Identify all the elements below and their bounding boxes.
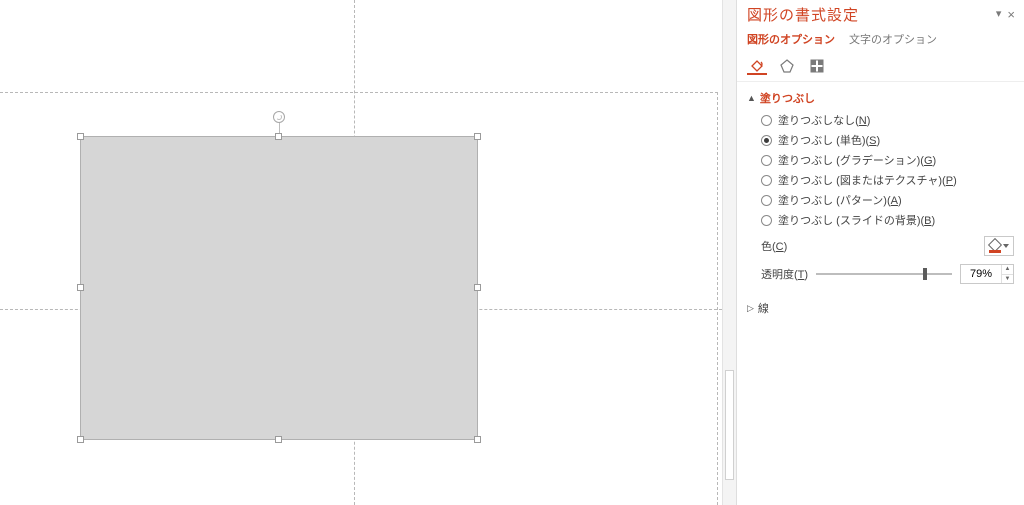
fill-color-label: 色(C) xyxy=(761,238,787,254)
chevron-down-icon xyxy=(1003,244,1009,248)
radio-icon xyxy=(761,115,772,126)
radio-icon xyxy=(761,175,772,186)
selected-rectangle-shape[interactable] xyxy=(80,136,478,440)
effects-icon[interactable] xyxy=(777,57,797,75)
tab-shape-options[interactable]: 図形のオプション xyxy=(747,31,835,51)
slide-canvas[interactable] xyxy=(0,0,722,505)
paint-bucket-icon xyxy=(989,240,1001,252)
fill-and-line-icon[interactable] xyxy=(747,57,767,75)
radio-icon xyxy=(761,155,772,166)
rotate-handle[interactable] xyxy=(273,111,285,123)
resize-handle-w[interactable] xyxy=(77,284,84,291)
resize-handle-se[interactable] xyxy=(474,436,481,443)
line-section-header[interactable]: ▷ 線 xyxy=(747,300,1014,316)
fill-option-none[interactable]: 塗りつぶしなし(N) xyxy=(761,110,1014,130)
tab-text-options[interactable]: 文字のオプション xyxy=(849,31,937,51)
fill-color-button[interactable] xyxy=(984,236,1014,256)
line-section-title: 線 xyxy=(758,300,769,316)
transparency-spinner[interactable]: ▲ ▼ xyxy=(960,264,1014,284)
resize-handle-e[interactable] xyxy=(474,284,481,291)
collapse-triangle-icon: ▲ xyxy=(747,93,756,103)
transparency-slider[interactable] xyxy=(816,267,952,281)
transparency-label: 透明度(T) xyxy=(761,266,808,282)
resize-handle-sw[interactable] xyxy=(77,436,84,443)
resize-handle-n[interactable] xyxy=(275,133,282,140)
scrollbar-thumb[interactable] xyxy=(725,370,734,480)
spinner-up-button[interactable]: ▲ xyxy=(1002,265,1013,275)
size-properties-icon[interactable] xyxy=(807,57,827,75)
fill-option-slide-background[interactable]: 塗りつぶし (スライドの背景)(B) xyxy=(761,210,1014,230)
resize-handle-ne[interactable] xyxy=(474,133,481,140)
expand-triangle-icon: ▷ xyxy=(747,303,754,314)
pane-title: 図形の書式設定 xyxy=(747,4,993,25)
vertical-scrollbar[interactable] xyxy=(722,0,736,505)
fill-section-title: 塗りつぶし xyxy=(760,90,815,106)
pane-close-button[interactable]: × xyxy=(1004,8,1018,21)
spinner-down-button[interactable]: ▼ xyxy=(1002,275,1013,284)
fill-option-solid[interactable]: 塗りつぶし (単色)(S) xyxy=(761,130,1014,150)
resize-handle-nw[interactable] xyxy=(77,133,84,140)
fill-option-pattern[interactable]: 塗りつぶし (パターン)(A) xyxy=(761,190,1014,210)
radio-icon xyxy=(761,135,772,146)
slider-track xyxy=(816,273,952,275)
fill-section-header[interactable]: ▲ 塗りつぶし xyxy=(747,90,1014,106)
radio-icon xyxy=(761,215,772,226)
transparency-value-input[interactable] xyxy=(961,265,1001,283)
fill-option-picture[interactable]: 塗りつぶし (図またはテクスチャ)(P) xyxy=(761,170,1014,190)
radio-icon xyxy=(761,195,772,206)
fill-option-gradient[interactable]: 塗りつぶし (グラデーション)(G) xyxy=(761,150,1014,170)
resize-handle-s[interactable] xyxy=(275,436,282,443)
format-shape-pane: 図形の書式設定 ▾ × 図形のオプション 文字のオプション xyxy=(736,0,1024,505)
pane-menu-button[interactable]: ▾ xyxy=(993,9,1005,20)
slider-thumb[interactable] xyxy=(923,268,927,280)
